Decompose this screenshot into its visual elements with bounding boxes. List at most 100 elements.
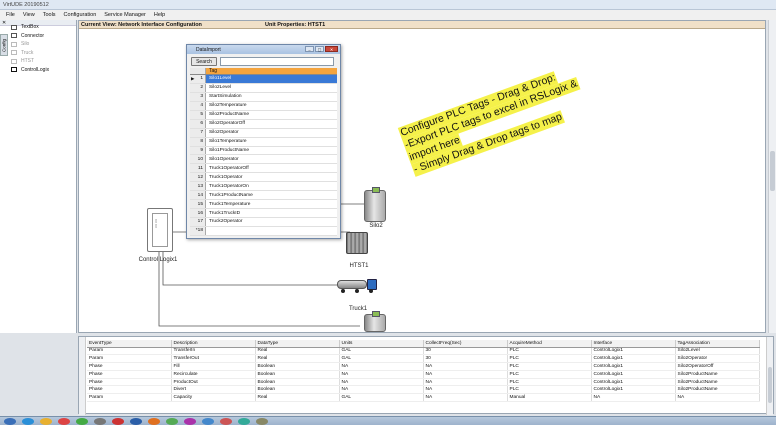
app-icon[interactable] [220, 418, 232, 425]
tag-row[interactable]: 11 Truck1OperatorOff [190, 164, 337, 174]
menu-file[interactable]: File [6, 12, 15, 18]
table-row[interactable]: Phase ProductOut Boolean NA NA PLC ControlLogi… [87, 378, 760, 387]
app-icon[interactable] [76, 418, 88, 425]
table-row[interactable]: Phase Divert Boolean NA NA PLC ControlLogix1 Si… [87, 385, 760, 395]
app-icon[interactable] [184, 418, 196, 425]
tag-row[interactable]: 7 Silo2Operator [190, 128, 337, 138]
tag-row[interactable]: 15 Truck1Temperature [190, 200, 337, 210]
tag-row[interactable]: 3 StartSimulation [190, 92, 337, 102]
table-row[interactable]: Phase Fill Boolean NA NA PLC ControlLogix1 Silo… [87, 362, 760, 371]
scroll-thumb[interactable] [770, 151, 775, 192]
tag-cell[interactable]: Silo2Operator [206, 128, 337, 137]
tag-cell[interactable]: Truck2Operator [206, 218, 337, 226]
search-input[interactable] [220, 57, 334, 66]
tag-cell[interactable]: Silo2ProductName [206, 110, 337, 119]
col-datatype[interactable]: DataType [255, 340, 340, 348]
truck1-unit[interactable] [337, 279, 377, 293]
menu-configuration[interactable]: Configuration [64, 12, 97, 18]
tag-cell[interactable]: Silo2Level [206, 83, 337, 92]
tag-row[interactable]: 14 Truck1ProductName [190, 191, 337, 201]
toolbox-item-truck[interactable]: Truck [11, 49, 49, 58]
canvas-vertical-scrollbar[interactable] [768, 20, 776, 333]
app-icon[interactable] [130, 418, 142, 425]
controllogix-plc-unit[interactable]: ▯ ▯ [147, 208, 173, 252]
tag-cell[interactable]: Truck1Operator [206, 173, 337, 182]
tag-cell[interactable] [206, 226, 337, 235]
folder-icon[interactable] [40, 418, 52, 425]
table-row[interactable]: Phase Recirculate Boolean NA NA PLC ControlLog… [87, 370, 760, 379]
toolbox-item-htst[interactable]: HTST [11, 57, 49, 66]
tag-row[interactable]: 17 Truck2Operator [190, 218, 337, 227]
tag-row[interactable]: 13 Truck1OperatorOn [190, 182, 337, 192]
menu-view[interactable]: View [23, 12, 35, 18]
tag-row[interactable]: 12 Truck1Operator [190, 173, 337, 183]
tag-row[interactable]: 10 Silo1Operator [190, 155, 337, 165]
toolbox-item-silo[interactable]: Silo [11, 40, 49, 49]
tag-row[interactable]: 6 Silo2OperatorOff [190, 119, 337, 129]
tag-row[interactable]: 2 Silo2Level [190, 83, 337, 93]
tag-column-header[interactable]: Tag [206, 68, 337, 74]
app-icon[interactable] [112, 418, 124, 425]
toolbox-item-controllogix[interactable]: ControlLogix [11, 66, 49, 75]
tag-row[interactable]: 9 Silo1ProductName [190, 146, 337, 156]
col-interface[interactable]: Interface [591, 340, 676, 348]
silo1-unit[interactable] [364, 311, 386, 332]
search-button[interactable]: Search [191, 57, 217, 66]
app-icon[interactable] [238, 418, 250, 425]
close-icon[interactable]: ✕ [2, 20, 6, 26]
tag-cell[interactable]: Silo1Level [206, 75, 337, 83]
col-acquiremethod[interactable]: AcquireMethod [507, 340, 592, 348]
tag-cell[interactable]: Truck1TruckID [206, 209, 337, 217]
app-icon[interactable] [148, 418, 160, 425]
col-eventtype[interactable]: EventType [87, 340, 172, 348]
silo2-unit[interactable] [364, 187, 386, 222]
config-side-tab[interactable]: Config [0, 34, 8, 56]
app-icon[interactable] [58, 418, 70, 425]
toolbox-item-textbox[interactable]: TextBox [11, 23, 49, 32]
dialog-title: DataImport [196, 46, 221, 53]
table-row[interactable]: Param Capacity Real GAL NA Manual NA NA [87, 393, 760, 403]
browser-icon[interactable] [22, 418, 34, 425]
tag-cell[interactable]: Truck1OperatorOff [206, 164, 337, 173]
tag-row[interactable]: 8 Silo1Temperature [190, 137, 337, 147]
tag-cell[interactable]: Silo2OperatorOff [206, 119, 337, 128]
close-icon[interactable]: ✕ [325, 46, 338, 52]
maximize-icon[interactable]: ▢ [315, 46, 324, 52]
tag-row[interactable]: 16 Truck1TruckID [190, 209, 337, 218]
tag-cell[interactable]: Silo1ProductName [206, 146, 337, 155]
col-collectfreq[interactable]: CollectFreq(Sec) [423, 340, 508, 348]
app-icon[interactable] [256, 418, 268, 425]
col-units[interactable]: Units [339, 340, 424, 348]
menu-tools[interactable]: Tools [43, 12, 56, 18]
menu-service-manager[interactable]: Service Manager [104, 12, 146, 18]
app-icon[interactable] [202, 418, 214, 425]
tag-cell[interactable]: Silo1Temperature [206, 137, 337, 146]
menu-help[interactable]: Help [154, 12, 165, 18]
tag-cell[interactable]: Truck1Temperature [206, 200, 337, 209]
dialog-title-bar[interactable]: DataImport – ▢ ✕ [187, 45, 340, 54]
app-icon[interactable] [166, 418, 178, 425]
tag-row[interactable]: 4 Silo2Temperature [190, 101, 337, 111]
tag-row[interactable]: ▶ 1 Silo1Level [190, 75, 337, 84]
toolbox-item-connector[interactable]: Connector [11, 32, 49, 41]
new-tag-row[interactable]: *18 [190, 226, 337, 236]
tag-cell[interactable]: Truck1ProductName [206, 191, 337, 200]
row-number: 3 [190, 92, 206, 101]
row-header-corner[interactable] [190, 68, 206, 74]
htst1-unit[interactable] [346, 232, 368, 254]
col-description[interactable]: Description [171, 340, 256, 348]
app-icon[interactable] [94, 418, 106, 425]
col-tagassociation[interactable]: TagAssociation [675, 340, 760, 348]
tag-cell[interactable]: Truck1OperatorOn [206, 182, 337, 191]
event-grid-scrollbar[interactable] [766, 337, 773, 415]
table-cell: ControlLogix1 [591, 378, 676, 387]
minimize-icon[interactable]: – [305, 46, 314, 52]
scroll-thumb[interactable] [768, 367, 772, 403]
table-row[interactable]: Param TransferOut Real GAL 30 PLC ControlLogix… [87, 354, 760, 364]
table-row[interactable]: Param TransferIn Real GAL 30 PLC ControlLogix1… [87, 347, 760, 356]
start-icon[interactable] [4, 418, 16, 425]
tag-cell[interactable]: Silo2Temperature [206, 101, 337, 110]
tag-cell[interactable]: StartSimulation [206, 92, 337, 101]
tag-cell[interactable]: Silo1Operator [206, 155, 337, 164]
tag-row[interactable]: 5 Silo2ProductName [190, 110, 337, 120]
